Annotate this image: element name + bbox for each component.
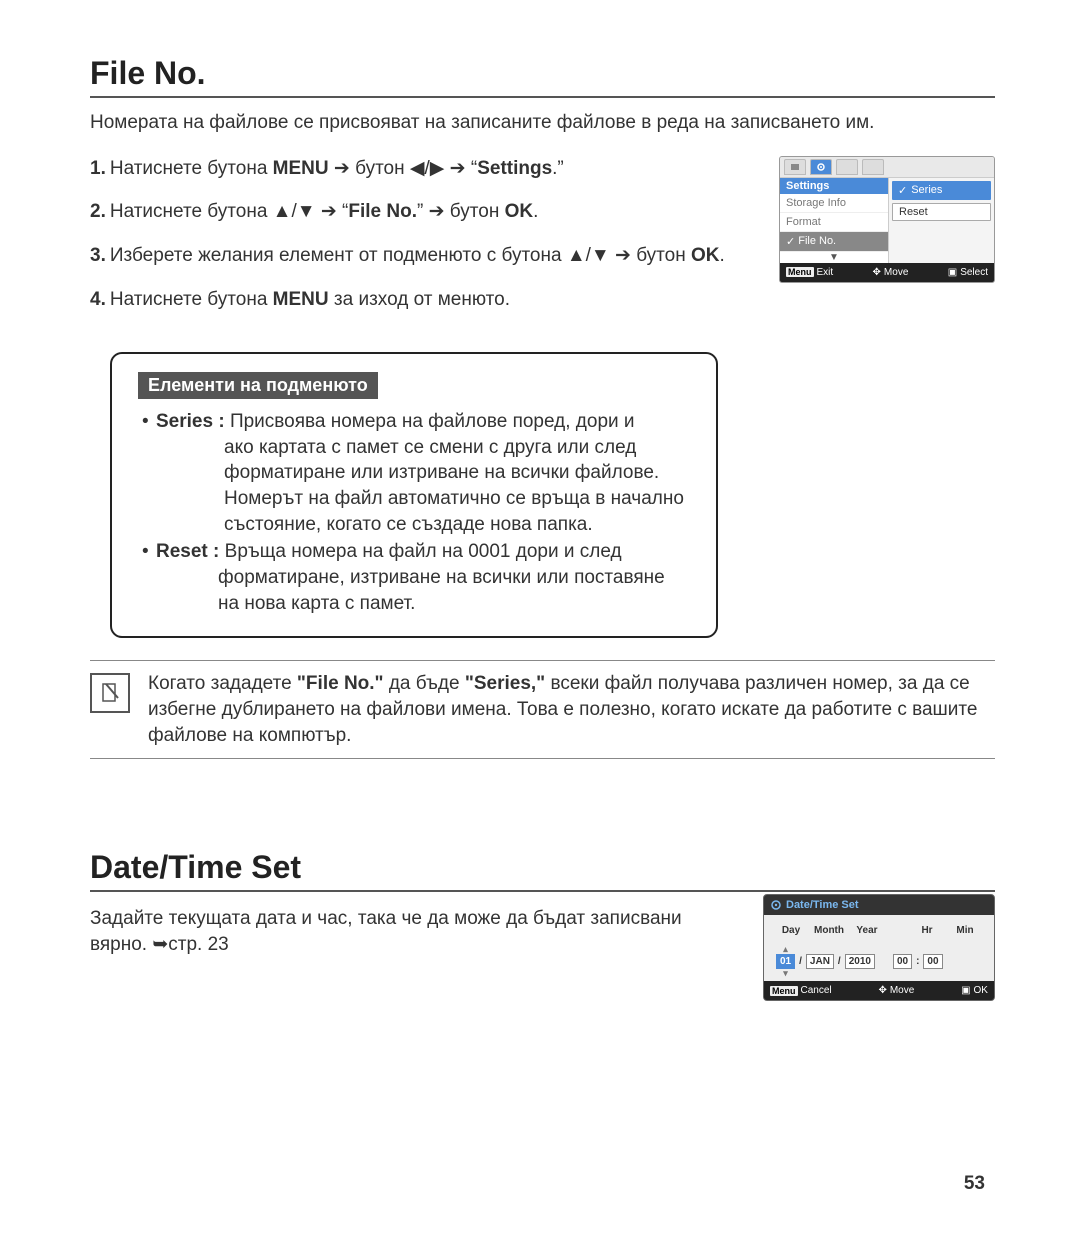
- datetime-intro: Задайте текущата дата и час, така че да …: [90, 906, 733, 957]
- lbl-year: Year: [852, 925, 882, 936]
- chevron-down-icon: ▼: [780, 252, 888, 263]
- field-month: JAN: [806, 954, 834, 969]
- step-3: 3.Изберете желания елемент от подменюто …: [90, 243, 761, 269]
- note-icon: [90, 673, 130, 713]
- select-icon: ▣: [948, 267, 957, 278]
- move-icon: ✥: [873, 267, 881, 278]
- datetime-screenshot: Date/Time Set Day Month Year Hr Min 01 /: [763, 894, 995, 1001]
- lbl-hr: Hr: [912, 925, 942, 936]
- step-1: 1.Натиснете бутона MENU ➔ бутон ◀/▶ ➔ “S…: [90, 156, 761, 182]
- move-icon: ✥: [878, 985, 886, 996]
- callout-series: Series : Присвоява номера на файлове пор…: [138, 409, 690, 537]
- field-day: 01: [776, 954, 795, 969]
- section-title-datetime: Date/Time Set: [90, 849, 995, 892]
- menu-header: Settings: [780, 178, 888, 194]
- lbl-day: Day: [776, 925, 806, 936]
- field-year: 2010: [845, 954, 875, 969]
- field-hr: 00: [893, 954, 912, 969]
- menu-item-fileno: ✓File No.: [780, 232, 888, 252]
- screenshot-title: Date/Time Set: [786, 899, 859, 911]
- page-number: 53: [964, 1173, 985, 1195]
- tab-icon: [862, 159, 884, 175]
- callout-title: Елементи на подменюто: [138, 372, 378, 399]
- steps-list: 1.Натиснете бутона MENU ➔ бутон ◀/▶ ➔ “S…: [90, 156, 761, 313]
- fileno-intro: Номерата на файлове се присвояват на зап…: [90, 110, 995, 136]
- step-2: 2.Натиснете бутона ▲/▼ ➔ “File No.” ➔ бу…: [90, 199, 761, 225]
- note-text: Когато зададете "File No." да бъде "Seri…: [148, 671, 995, 748]
- step-4: 4.Натиснете бутона MENU за изход от меню…: [90, 287, 761, 313]
- lbl-month: Month: [814, 925, 844, 936]
- note-block: Когато зададете "File No." да бъде "Seri…: [90, 660, 995, 759]
- field-min: 00: [923, 954, 942, 969]
- submenu-callout: Елементи на подменюто Series : Присвоява…: [110, 352, 718, 638]
- tab-icon: [836, 159, 858, 175]
- settings-menu-screenshot: Settings Storage Info Format ✓File No. ▼…: [779, 156, 995, 283]
- option-reset: Reset: [892, 203, 991, 221]
- lbl-min: Min: [950, 925, 980, 936]
- option-series: ✓Series: [892, 181, 991, 200]
- gear-icon: [770, 899, 782, 911]
- tab-icon: [784, 159, 806, 175]
- menu-item-storage: Storage Info: [780, 194, 888, 213]
- ok-icon: ▣: [961, 985, 970, 996]
- section-title-fileno: File No.: [90, 55, 995, 98]
- gear-icon: [810, 159, 832, 175]
- menu-item-format: Format: [780, 213, 888, 232]
- callout-reset: Reset : Връща номера на файл на 0001 дор…: [138, 539, 690, 616]
